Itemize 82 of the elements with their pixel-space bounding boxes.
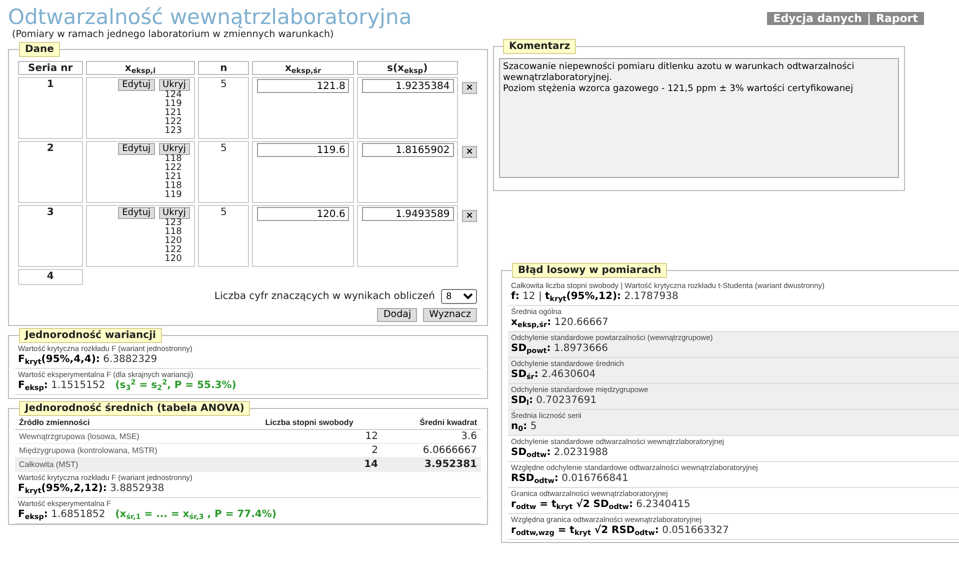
measurement-value: 123 [164, 219, 182, 228]
result-value: RSD$_{odtw}$: 0.016766841 [511, 472, 628, 486]
mean-square-cell: 3.6 [382, 430, 481, 444]
source-cell: Międzygrupowa (kontrolowana, MSTR) [15, 444, 237, 458]
deviation-field[interactable]: 1.9235384 [362, 79, 454, 93]
result-value: F$_{eksp}$: 1.6851852 [18, 508, 106, 522]
mean-square-cell: 6.0666667 [382, 444, 481, 458]
row-action-button[interactable]: Ukryj [158, 207, 190, 219]
result-value: f: 12 | t$_{kryt}$(95%,12): 2.1787938 [511, 290, 678, 304]
page-subtitle: (Pomiary w ramach jednego laboratorium w zmiennych warunkach) [12, 29, 335, 40]
count-cell: 5 [198, 77, 250, 139]
remove-button[interactable]: × [462, 82, 477, 94]
measurement-value: 118 [164, 182, 182, 191]
deviation-field[interactable]: 1.8165902 [362, 143, 454, 157]
measurement-value: 122 [164, 246, 182, 255]
mean-square-cell: 3.952381 [382, 458, 481, 472]
column-header: Seria nr [18, 61, 83, 75]
row-action-button[interactable]: Edytuj [118, 79, 155, 91]
result-value: F$_{kryt}$(95%,2,12): 3.8852938 [18, 482, 164, 496]
measurement-value: 122 [164, 118, 182, 127]
panel-legend: Jednorodność średnich (tabela ANOVA) [19, 401, 250, 416]
digits-label: Liczba cyfr znaczących w wynikach obliczeń [214, 291, 435, 302]
result-value: r$_{odtw,wzg}$ = t$_{kryt}$ √2 RSD$_{odtw}$: 0.051663327 [511, 524, 729, 538]
nav-link[interactable]: Edycja danych [773, 12, 862, 25]
measurement-value: 118 [164, 228, 182, 237]
comment-field[interactable]: Szacowanie niepewności pomiaru ditlenku azotu w warunkach odtwarzalności wewnątrzlaboratoryjnej. Poziom stężenia wzorca gazowego - 121,5 ppm ± 3% wartości certyfikowanej [499, 58, 899, 178]
column-header: x$_{eksp,śr}$ [252, 61, 354, 75]
result-value: r$_{odtw}$ = t$_{kryt}$ √2 SD$_{odtw}$: 6.2340415 [511, 498, 690, 512]
panel-legend: Dane [19, 42, 60, 57]
df-cell: 12 [236, 430, 382, 444]
df-cell: 2 [236, 444, 382, 458]
count-cell: 5 [198, 141, 250, 203]
measurement-value: 118 [164, 155, 182, 164]
panel-legend: Jednorodność wariancji [19, 328, 162, 343]
panel-legend: Komentarz [503, 39, 576, 54]
page-title: Odtwarzalność wewnątrzlaboratoryjna [8, 6, 413, 28]
count-cell: 5 [198, 205, 250, 267]
row-action-button[interactable]: Ukryj [158, 79, 190, 91]
measurement-value: 119 [164, 191, 182, 200]
source-cell: Całkowita (MST) [15, 458, 237, 472]
series-number-cell: 3 [18, 205, 83, 267]
panel-legend: Błąd losowy w pomiarach [512, 263, 668, 278]
nav-link[interactable]: Raport [876, 12, 918, 25]
df-cell: 14 [236, 458, 382, 472]
result-value: F$_{eksp}$: 1.1515152 [18, 379, 106, 393]
result-value: SD$_{powt}$: 1.8973666 [511, 342, 608, 356]
nav-separator: | [866, 12, 871, 25]
result-value: x$_{eksp,śr}$: 120.66667 [511, 316, 608, 330]
row-action-button[interactable]: Edytuj [118, 143, 155, 155]
measurement-value: 123 [164, 127, 182, 136]
measurement-value: 121 [164, 173, 182, 182]
measurement-value: 120 [164, 237, 182, 246]
action-button[interactable]: Dodaj [377, 308, 418, 322]
result-value: SD$_{l}$: 0.70237691 [511, 394, 597, 408]
result-value: n$_{0}$: 5 [511, 420, 537, 434]
result-note: (s$_{3}$$^{2}$ = s$_{2}$$^{2}$, P = 55.3%) [115, 379, 236, 393]
result-note: (x$_{śr,1}$ = ... = x$_{śr,3}$ , P = 77.4%) [115, 508, 276, 522]
remove-button[interactable]: × [462, 210, 477, 222]
column-header: x$_{eksp,i}$ [86, 61, 195, 75]
measurement-value: 121 [164, 109, 182, 118]
measurement-value: 119 [164, 100, 182, 109]
deviation-field[interactable]: 1.9493589 [362, 207, 454, 221]
result-value: F$_{kryt}$(95%,4,4): 6.3882329 [18, 353, 158, 367]
mean-field[interactable]: 119.6 [257, 143, 350, 157]
series-number-cell: 4 [18, 269, 83, 285]
source-cell: Wewnątrzgrupowa (losowa, MSE) [15, 430, 237, 444]
measurement-value: 120 [164, 255, 182, 264]
result-value: SD$_{śr}$: 2.4630604 [511, 368, 596, 382]
remove-button[interactable]: × [462, 146, 477, 158]
mean-field[interactable]: 120.6 [257, 207, 350, 221]
column-header: n [198, 61, 250, 75]
digits-select[interactable]: 8 [441, 289, 477, 304]
row-action-button[interactable]: Ukryj [158, 143, 190, 155]
series-number-cell: 2 [18, 141, 83, 203]
column-header: s(x$_{eksp}$) [356, 61, 458, 75]
action-button[interactable]: Wyznacz [423, 308, 477, 322]
measurement-value: 122 [164, 164, 182, 173]
mean-field[interactable]: 121.8 [257, 79, 350, 93]
measurement-value: 124 [164, 91, 182, 100]
row-action-button[interactable]: Edytuj [118, 207, 155, 219]
result-value: SD$_{odtw}$: 2.0231988 [511, 446, 608, 460]
series-number-cell: 1 [18, 77, 83, 139]
